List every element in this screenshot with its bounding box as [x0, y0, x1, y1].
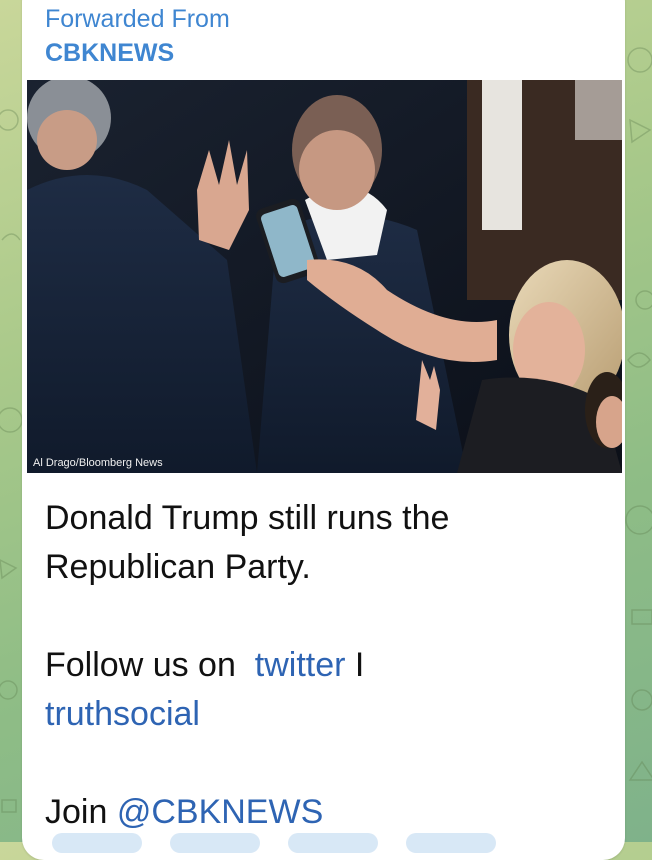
channel-handle-link[interactable]: @CBKNEWS [117, 793, 323, 831]
link-separator: I [354, 646, 365, 684]
reaction-chip[interactable] [406, 833, 496, 853]
join-prefix: Join [45, 793, 108, 831]
headline-text: Donald Trump still runs the Republican P… [45, 499, 450, 586]
reaction-chip[interactable] [52, 833, 142, 853]
photo-illustration [27, 80, 622, 473]
photo-credit: Al Drago/Bloomberg News [33, 457, 163, 469]
twitter-link[interactable]: twitter [255, 646, 346, 684]
message-bubble[interactable]: Forwarded From CBKNEWS Al Drago/Bloomber… [22, 0, 625, 860]
message-photo[interactable]: Al Drago/Bloomberg News [27, 80, 622, 473]
reaction-chip[interactable] [288, 833, 378, 853]
reaction-chip[interactable] [170, 833, 260, 853]
forwarded-label: Forwarded From [45, 5, 230, 33]
forwarded-header[interactable]: Forwarded From CBKNEWS [45, 2, 230, 70]
reaction-chips [52, 833, 496, 853]
follow-line: Follow us on twitter I truthsocial [45, 641, 605, 739]
follow-prefix: Follow us on [45, 646, 236, 684]
join-line: Join @CBKNEWS [45, 788, 605, 837]
message-text: Donald Trump still runs the Republican P… [45, 494, 605, 837]
truthsocial-link[interactable]: truthsocial [45, 695, 200, 733]
forward-source-name[interactable]: CBKNEWS [45, 36, 230, 70]
